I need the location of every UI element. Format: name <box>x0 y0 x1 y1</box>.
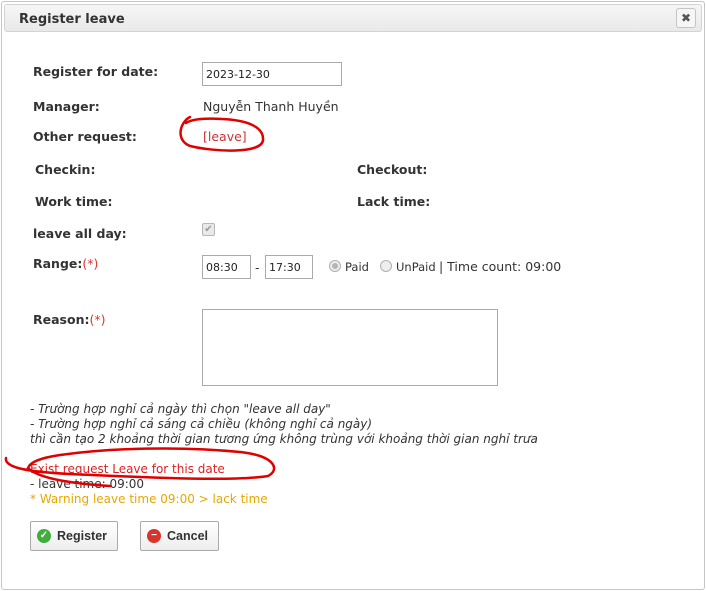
error-message: Exist request Leave for this date <box>30 462 225 476</box>
register-button-label: Register <box>57 529 108 543</box>
time-count-text: | Time count: 09:00 <box>439 259 562 274</box>
check-icon: ✓ <box>37 529 51 543</box>
range-from-input[interactable] <box>202 255 251 279</box>
unpaid-label: UnPaid <box>396 260 436 274</box>
leave-all-day-label: leave all day: <box>33 226 127 241</box>
checkout-label: Checkout: <box>357 162 428 177</box>
other-request-link[interactable]: [leave] <box>203 129 247 144</box>
manager-label: Manager: <box>33 99 100 114</box>
range-to-input[interactable] <box>265 255 313 279</box>
unpaid-radio[interactable] <box>380 260 392 272</box>
cancel-icon: − <box>147 529 161 543</box>
other-request-label: Other request: <box>33 129 137 144</box>
cancel-button-label: Cancel <box>167 529 208 543</box>
paid-label: Paid <box>345 260 369 274</box>
close-icon[interactable]: ✖ <box>676 8 696 28</box>
cancel-button[interactable]: − Cancel <box>140 521 219 551</box>
paid-radio[interactable] <box>329 260 341 272</box>
register-button[interactable]: ✓ Register <box>30 521 119 551</box>
register-date-input[interactable] <box>202 62 342 86</box>
note-line: - Trường hợp nghỉ cả ngày thì chọn "leav… <box>30 402 331 416</box>
checkin-label: Checkin: <box>35 162 96 177</box>
lack-time-label: Lack time: <box>357 194 431 209</box>
reason-textarea[interactable] <box>202 309 498 386</box>
leave-all-day-checkbox[interactable]: ✔ <box>202 223 215 236</box>
work-time-label: Work time: <box>35 194 113 209</box>
note-line: - Trường hợp nghỉ cả sáng cả chiều (khôn… <box>30 417 373 431</box>
reason-label: Reason:(*) <box>33 312 106 327</box>
register-date-label: Register for date: <box>33 64 159 79</box>
required-mark: (*) <box>82 256 99 271</box>
note-line: thì cần tạo 2 khoảng thời gian tương ứng… <box>30 432 538 446</box>
leave-time-message: - leave time: 09:00 <box>30 477 145 491</box>
range-separator: - <box>255 260 260 275</box>
range-label: Range:(*) <box>33 256 99 271</box>
dialog-titlebar[interactable]: Register leave ✖ <box>4 4 702 32</box>
manager-value: Nguyễn Thanh Huyền <box>203 99 339 114</box>
warning-message: * Warning leave time 09:00 > lack time <box>30 492 268 506</box>
required-mark: (*) <box>89 312 106 327</box>
dialog-title: Register leave <box>19 12 125 27</box>
